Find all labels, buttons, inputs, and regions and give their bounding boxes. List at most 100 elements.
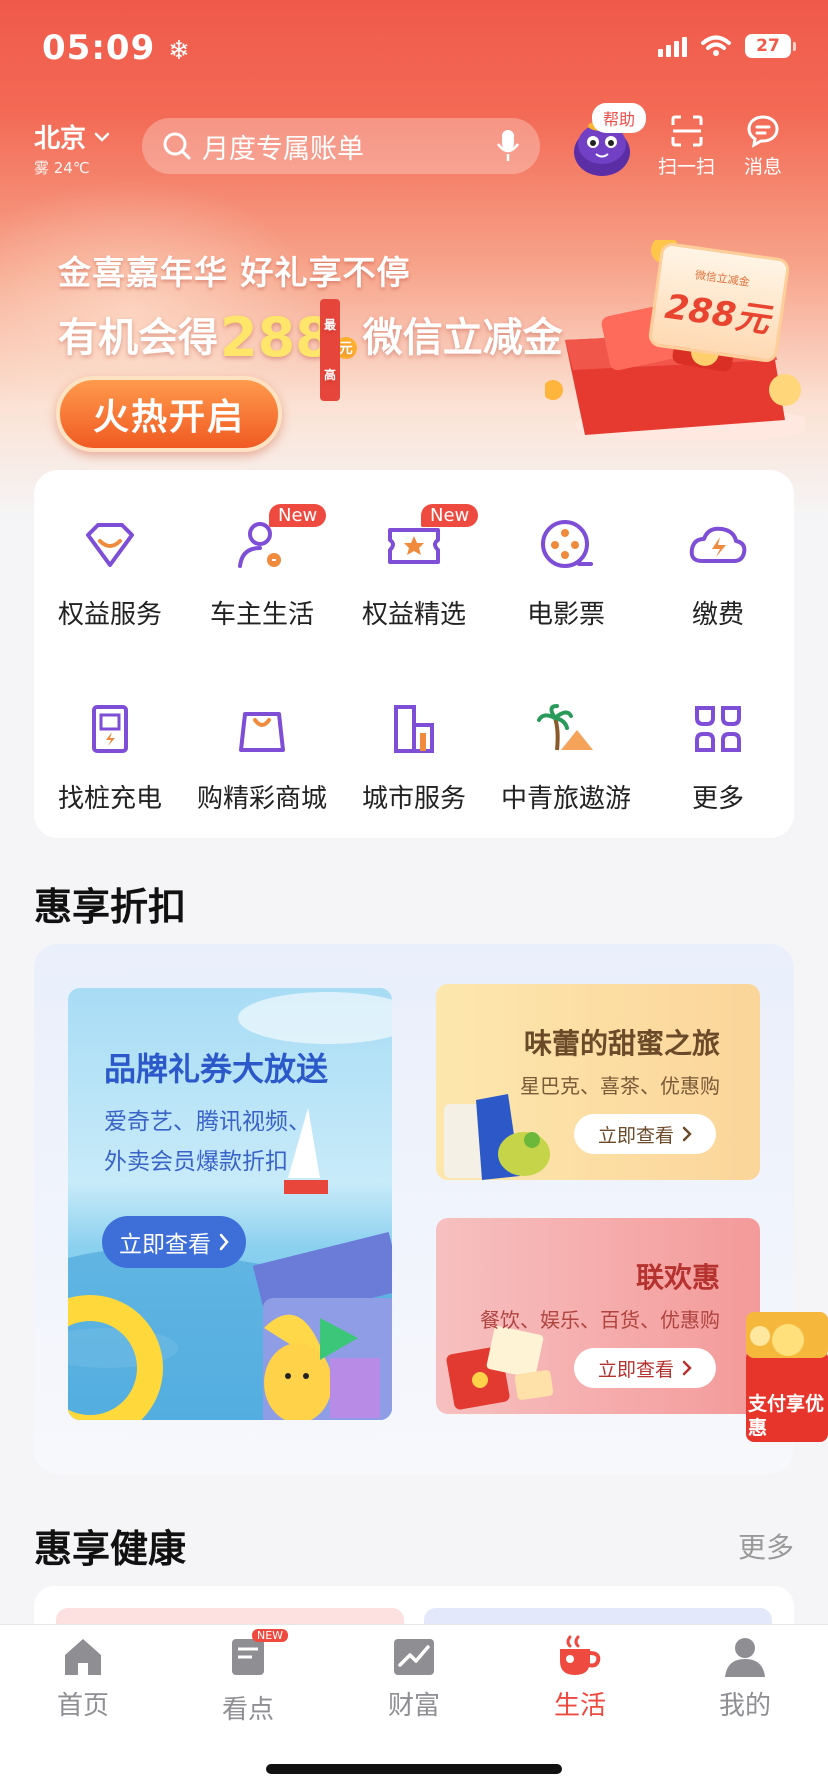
tab-life[interactable]: 生活: [520, 1635, 640, 1722]
chevron-right-icon: [219, 1233, 229, 1251]
new-badge: New: [269, 504, 327, 527]
news-new-badge: NEW: [252, 1629, 289, 1642]
car-owner-icon: New: [229, 504, 327, 578]
star-ticket-icon: New: [381, 504, 479, 578]
tab-home[interactable]: 首页: [23, 1635, 143, 1722]
status-time-text: 05:09: [42, 28, 156, 68]
service-label: 城市服务: [361, 784, 466, 814]
brand-coupon-card[interactable]: 品牌礼券大放送 爱奇艺、腾讯视频、 外卖会员爆款折扣 立即查看: [68, 988, 392, 1420]
union-benefit-view-button[interactable]: 立即查看: [574, 1348, 716, 1388]
tab-label: 我的: [718, 1691, 771, 1721]
service-item-charging[interactable]: 找桩充电: [34, 696, 186, 815]
promo-prefix: 有机会得: [58, 315, 218, 361]
service-label: 缴费: [691, 600, 744, 630]
tab-news[interactable]: NEW 看点: [188, 1629, 308, 1726]
brand-coupon-view-button[interactable]: 立即查看: [102, 1216, 246, 1268]
chevron-right-icon: [682, 1360, 692, 1376]
cellular-signal-icon: [658, 35, 687, 57]
sweet-journey-view-button[interactable]: 立即查看: [574, 1114, 716, 1154]
service-item-city[interactable]: 城市服务: [338, 696, 490, 815]
coupon-amount: 288元: [662, 286, 773, 341]
tab-label: 看点: [221, 1695, 274, 1725]
service-label: 找桩充电: [57, 784, 162, 814]
wealth-chart-icon: [394, 1639, 434, 1675]
tab-mine[interactable]: 我的: [685, 1635, 805, 1722]
floating-pay-label: 支付享优惠: [748, 1393, 825, 1439]
search-icon: [163, 132, 191, 160]
diamond-heart-icon: [77, 512, 143, 578]
weather-text: 雾 24℃: [34, 159, 90, 177]
brand-coupon-desc: 爱奇艺、腾讯视频、 外卖会员爆款折扣: [104, 1102, 311, 1182]
battery-icon: 27: [745, 34, 796, 58]
palm-tree-icon: [533, 696, 599, 762]
service-item-rights-select[interactable]: New 权益精选: [338, 504, 490, 631]
service-label: 车主生活: [209, 600, 314, 630]
city-building-icon: [381, 696, 447, 762]
wifi-icon: [701, 35, 731, 56]
tab-label: 财富: [387, 1691, 440, 1721]
service-item-mall[interactable]: 购精彩商城: [186, 696, 338, 815]
brand-coupon-title: 品牌礼券大放送: [104, 1050, 329, 1088]
scan-icon: [671, 115, 702, 147]
promo-amount-value: 288: [220, 306, 333, 369]
service-item-travel[interactable]: 中青旅遨游: [490, 696, 642, 815]
charging-pile-icon: [77, 696, 143, 762]
union-benefit-card[interactable]: 联欢惠 餐饮、娱乐、百货、优惠购 立即查看: [436, 1218, 760, 1414]
profile-icon: [725, 1638, 765, 1677]
union-benefit-title: 联欢惠: [635, 1261, 720, 1294]
shopping-bag-icon: [229, 696, 295, 762]
home-indicator: [266, 1764, 562, 1774]
discount-section-title: 惠享折扣: [34, 885, 187, 929]
service-item-more[interactable]: 更多: [642, 696, 794, 815]
service-label: 购精彩商城: [196, 784, 327, 814]
film-reel-icon: [533, 512, 599, 578]
message-label: 消息: [744, 156, 783, 178]
promo-suffix: 微信立减金: [362, 315, 563, 361]
view-button-label: 立即查看: [119, 1232, 211, 1258]
help-bubble[interactable]: 帮助: [592, 103, 647, 133]
promo-amount: 288 最高: [220, 299, 341, 401]
service-label: 中青旅遨游: [500, 784, 631, 814]
service-item-payment[interactable]: 缴费: [642, 512, 794, 631]
service-label: 更多: [691, 784, 744, 814]
status-time: 05:09 ❄: [42, 28, 191, 68]
health-section-title: 惠享健康: [34, 1527, 187, 1571]
home-icon: [65, 1639, 101, 1675]
status-right: 27: [658, 34, 796, 58]
message-button[interactable]: 消息: [744, 114, 782, 179]
snowflake-icon: ❄: [168, 36, 191, 66]
sweet-journey-card[interactable]: 味蕾的甜蜜之旅 星巴克、喜茶、优惠购 立即查看: [436, 984, 760, 1180]
hot-start-button[interactable]: 火热开启: [56, 376, 282, 452]
bolt-cloud-icon: [685, 512, 751, 578]
search-bar[interactable]: 月度专属账单: [142, 118, 540, 174]
city-name: 北京: [34, 124, 87, 154]
chevron-right-icon: [682, 1126, 692, 1142]
new-badge: New: [421, 504, 479, 527]
brand-coupon-desc-line1: 爱奇艺、腾讯视频、: [104, 1109, 311, 1135]
health-more-link[interactable]: 更多: [738, 1526, 794, 1566]
service-label: 权益服务: [57, 600, 162, 630]
promo-headline: 金喜嘉年华 好礼享不停: [58, 253, 411, 292]
service-item-car-owner[interactable]: New 车主生活: [186, 504, 338, 631]
service-grid: 权益服务 New 车主生活 New 权益精选 电影票 缴费 找桩充电 购精彩商城…: [34, 470, 794, 838]
microphone-icon[interactable]: [496, 128, 520, 164]
scan-label: 扫一扫: [658, 156, 716, 178]
view-button-label: 立即查看: [597, 1124, 674, 1147]
sweet-journey-title: 味蕾的甜蜜之旅: [523, 1027, 720, 1060]
tab-label: 生活: [553, 1691, 606, 1721]
city-selector[interactable]: 北京 雾 24℃: [34, 118, 110, 178]
promo-max-tag: 最高: [320, 299, 341, 401]
message-icon: [747, 115, 779, 148]
tab-wealth[interactable]: 财富: [354, 1635, 474, 1722]
service-item-rights[interactable]: 权益服务: [34, 512, 186, 631]
coffee-cup-icon: [560, 1635, 601, 1675]
coupon-card-illustration: 微信立减金 288元: [647, 241, 791, 364]
service-label: 权益精选: [361, 600, 466, 630]
scan-button[interactable]: 扫一扫: [658, 114, 715, 179]
floating-pay-promo[interactable]: 支付享优惠: [742, 1310, 828, 1446]
brand-coupon-desc-line2: 外卖会员爆款折扣: [104, 1149, 288, 1175]
service-item-movie[interactable]: 电影票: [490, 512, 642, 631]
chevron-down-icon: [94, 132, 110, 142]
service-label: 电影票: [526, 600, 605, 630]
promo-subheadline: 有机会得 288 最高 元 微信立减金: [58, 299, 563, 401]
